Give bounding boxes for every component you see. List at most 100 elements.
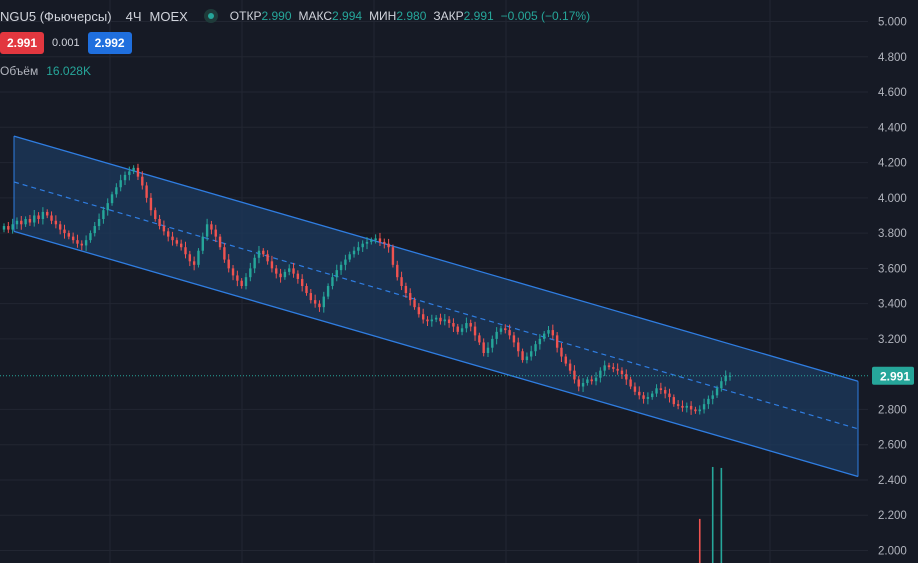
candle-body — [15, 220, 19, 225]
candle-body — [551, 330, 555, 336]
candle-body — [352, 250, 356, 255]
candle-body — [486, 347, 490, 354]
candle-body — [612, 367, 615, 369]
candle-body — [262, 250, 265, 255]
candle-body — [681, 405, 684, 408]
candle-body — [694, 409, 697, 412]
candle-body — [119, 180, 122, 188]
y-tick-label: 5.000 — [878, 17, 907, 29]
symbol-title[interactable]: NGU5 (Фьючерсы) — [0, 9, 112, 24]
candle-body — [141, 176, 144, 186]
candle-body — [478, 335, 481, 343]
candle-body — [106, 203, 109, 211]
candle-body — [84, 240, 88, 246]
candle-body — [452, 323, 455, 327]
candle-body — [577, 379, 580, 387]
candle-body — [568, 363, 572, 371]
candle-body — [192, 261, 196, 265]
candle-body — [586, 379, 589, 383]
high-value: 2.994 — [332, 9, 363, 23]
candle-body — [387, 243, 390, 248]
low-value: 2.980 — [396, 9, 427, 23]
candle-body — [236, 275, 239, 281]
candle-body — [322, 296, 325, 308]
candle-body — [257, 250, 261, 258]
candle-body — [266, 254, 269, 262]
buy-button[interactable]: 2.992 — [87, 32, 132, 54]
y-tick-label: 2.800 — [878, 404, 907, 416]
volume-value: 16.028K — [46, 64, 91, 78]
volume-legend: Объём 16.028K — [0, 62, 98, 80]
candle-body — [672, 397, 676, 405]
candle-body — [2, 226, 6, 230]
candle-body — [555, 335, 559, 348]
volume-bar — [698, 518, 701, 563]
candle-body — [482, 342, 485, 354]
candle-body — [460, 328, 464, 332]
price-chart[interactable]: 5.000 4.800 4.600 4.400 4.200 4.000 3.800 3.600… — [0, 0, 918, 563]
channel-fill — [14, 136, 858, 477]
candle-body — [154, 210, 157, 219]
candle-body — [348, 254, 351, 260]
candle-body — [426, 319, 429, 322]
candle-body — [447, 319, 451, 324]
candle-body — [685, 405, 688, 408]
candle-body — [188, 254, 192, 262]
candle-body — [37, 215, 40, 219]
candle-body — [646, 397, 650, 399]
candle-body — [279, 273, 282, 278]
candle-body — [326, 286, 330, 297]
candle-body — [625, 374, 628, 380]
candle-body — [300, 278, 304, 286]
candle-body — [41, 211, 45, 219]
timeframe-label[interactable]: 4Ч — [126, 9, 142, 24]
candle-body — [599, 370, 602, 378]
candle-body — [383, 241, 386, 244]
candle-body — [227, 259, 230, 269]
candle-body — [581, 382, 585, 387]
candle-body — [149, 197, 153, 211]
candle-body — [296, 273, 300, 279]
candle-body — [491, 338, 494, 348]
candle-body — [521, 351, 524, 361]
candle-body — [58, 224, 62, 230]
y-tick-label: 2.600 — [878, 440, 907, 452]
sell-button[interactable]: 2.991 — [0, 32, 45, 54]
candle-body — [663, 390, 667, 394]
candle-body — [179, 243, 183, 248]
y-tick-label: 4.600 — [878, 87, 907, 99]
candle-body — [123, 174, 127, 181]
candle-body — [633, 386, 637, 392]
candle-body — [517, 342, 520, 352]
candle-body — [145, 185, 148, 198]
trade-panel: 2.991 0.001 2.992 — [0, 32, 132, 54]
candle-body — [409, 293, 412, 301]
candle-body — [205, 224, 209, 237]
candle-body — [724, 375, 727, 382]
candle-body — [594, 377, 598, 382]
candle-body — [564, 356, 567, 364]
exchange-label: MOEX — [149, 8, 188, 24]
volume-bar — [711, 466, 714, 563]
candle-body — [456, 326, 459, 332]
open-label: ОТКР — [229, 9, 262, 23]
candle-body — [391, 247, 395, 265]
y-tick-label: 4.400 — [878, 122, 907, 134]
candle-body — [400, 277, 403, 286]
market-status-icon[interactable] — [203, 9, 218, 23]
high-label: МАКС — [298, 9, 333, 23]
chart-window: 5.000 4.800 4.600 4.400 4.200 4.000 3.800 3.600… — [0, 0, 918, 563]
candle-body — [244, 277, 248, 286]
candle-body — [711, 395, 714, 399]
candle-body — [547, 330, 550, 334]
candle-body — [110, 194, 114, 204]
candle-body — [676, 404, 680, 406]
candle-body — [378, 238, 382, 242]
candle-body — [465, 323, 468, 329]
candle-body — [374, 238, 377, 241]
candle-body — [443, 319, 446, 322]
candle-body — [54, 220, 58, 225]
y-tick-label: 3.800 — [878, 228, 907, 240]
candle-body — [668, 393, 671, 398]
candle-body — [620, 370, 624, 375]
